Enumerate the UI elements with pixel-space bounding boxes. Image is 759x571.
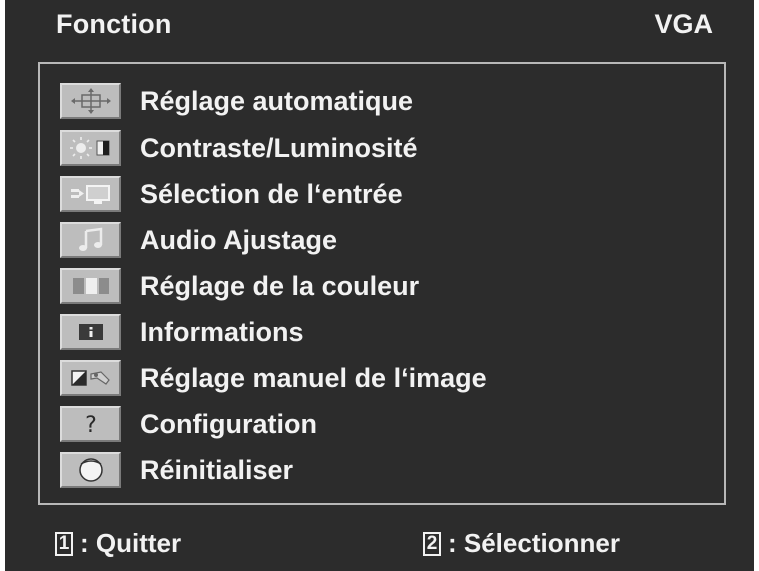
menu-item-label: Réglage automatique bbox=[140, 85, 414, 116]
input-source-label: VGA bbox=[654, 9, 713, 39]
quit-label: : Quitter bbox=[80, 528, 182, 558]
info-icon bbox=[60, 314, 121, 350]
menu-item-reset[interactable]: Réinitialiser bbox=[60, 451, 700, 489]
menu-title: Fonction bbox=[56, 9, 172, 39]
reset-icon bbox=[60, 452, 121, 488]
menu-item-label: Réglage de la couleur bbox=[140, 270, 420, 301]
menu-list: Réglage automatique Contraste/Luminosité… bbox=[38, 62, 726, 505]
question-icon: ? bbox=[60, 406, 121, 442]
auto-adjust-icon bbox=[60, 83, 121, 119]
menu-item-auto-adjust[interactable]: Réglage automatique bbox=[60, 82, 700, 120]
menu-item-label: Audio Ajustage bbox=[140, 224, 338, 255]
color-adjust-icon bbox=[60, 268, 121, 304]
menu-item-label: Sélection de l‘entrée bbox=[140, 178, 403, 209]
menu-item-manual-image[interactable]: Réglage manuel de l‘image bbox=[60, 359, 700, 397]
menu-item-input-select[interactable]: Sélection de l‘entrée bbox=[60, 175, 700, 213]
menu-item-label: Configuration bbox=[140, 408, 317, 439]
input-select-icon bbox=[60, 176, 121, 212]
menu-item-label: Réinitialiser bbox=[140, 454, 294, 485]
manual-image-icon bbox=[60, 360, 121, 396]
select-label: : Sélectionner bbox=[448, 528, 620, 558]
menu-item-label: Informations bbox=[140, 316, 304, 347]
osd-menu-panel: Fonction VGA Réglage automatique Contras… bbox=[5, 0, 754, 571]
audio-icon bbox=[60, 222, 121, 258]
select-hint[interactable]: 2 : Sélectionner bbox=[423, 528, 620, 559]
menu-item-configuration[interactable]: ? Configuration bbox=[60, 405, 700, 443]
menu-item-audio[interactable]: Audio Ajustage bbox=[60, 221, 700, 259]
key-2-badge: 2 bbox=[423, 531, 441, 556]
quit-hint[interactable]: 1 : Quitter bbox=[55, 528, 181, 559]
key-1-badge: 1 bbox=[55, 531, 73, 556]
menu-item-information[interactable]: Informations bbox=[60, 313, 700, 351]
menu-item-label: Réglage manuel de l‘image bbox=[140, 362, 487, 393]
menu-item-color-adjust[interactable]: Réglage de la couleur bbox=[60, 267, 700, 305]
contrast-brightness-icon bbox=[60, 130, 121, 166]
menu-item-label: Contraste/Luminosité bbox=[140, 132, 418, 163]
menu-item-contrast-brightness[interactable]: Contraste/Luminosité bbox=[60, 129, 700, 167]
svg-text:?: ? bbox=[85, 413, 97, 438]
